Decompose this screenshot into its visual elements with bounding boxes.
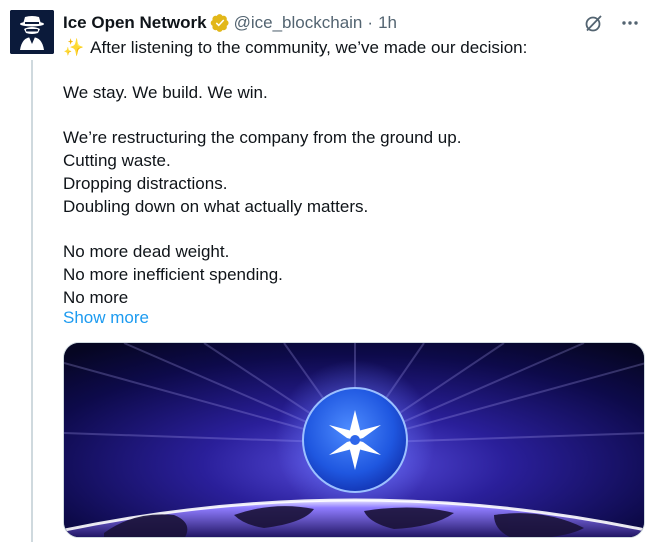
text-line: No more inefficient spending. xyxy=(63,265,283,284)
separator-dot: · xyxy=(367,13,374,32)
text-line: No more dead weight. xyxy=(63,242,230,261)
text-line: We stay. We build. We win. xyxy=(63,83,268,102)
verified-badge-icon[interactable] xyxy=(210,13,230,33)
tweet-image[interactable] xyxy=(63,342,645,538)
text-line: Dropping distractions. xyxy=(63,174,228,193)
tweet-header: Ice Open Network @ice_blockchain · 1h xyxy=(63,12,397,34)
timestamp[interactable]: 1h xyxy=(378,13,397,33)
text-line: Doubling down on what actually matters. xyxy=(63,197,369,216)
avatar[interactable] xyxy=(10,10,54,54)
text-line: Cutting waste. xyxy=(63,151,171,170)
author-name[interactable]: Ice Open Network xyxy=(63,13,207,33)
more-icon[interactable] xyxy=(619,12,641,34)
sparkles-emoji: ✨ xyxy=(63,38,85,57)
show-more-link[interactable]: Show more xyxy=(63,306,149,329)
tweet-actions xyxy=(583,12,641,34)
tweet-text: ✨ After listening to the community, we’ve… xyxy=(63,36,643,309)
text-line: We’re restructuring the company from the… xyxy=(63,128,462,147)
author-handle[interactable]: @ice_blockchain xyxy=(234,13,363,33)
media-illustration xyxy=(64,343,644,537)
avatar-agent-icon xyxy=(10,10,54,54)
thread-line xyxy=(31,60,33,542)
text-line: After listening to the community, we’ve … xyxy=(90,38,528,57)
grok-icon[interactable] xyxy=(583,12,605,34)
text-line: No more xyxy=(63,288,129,307)
